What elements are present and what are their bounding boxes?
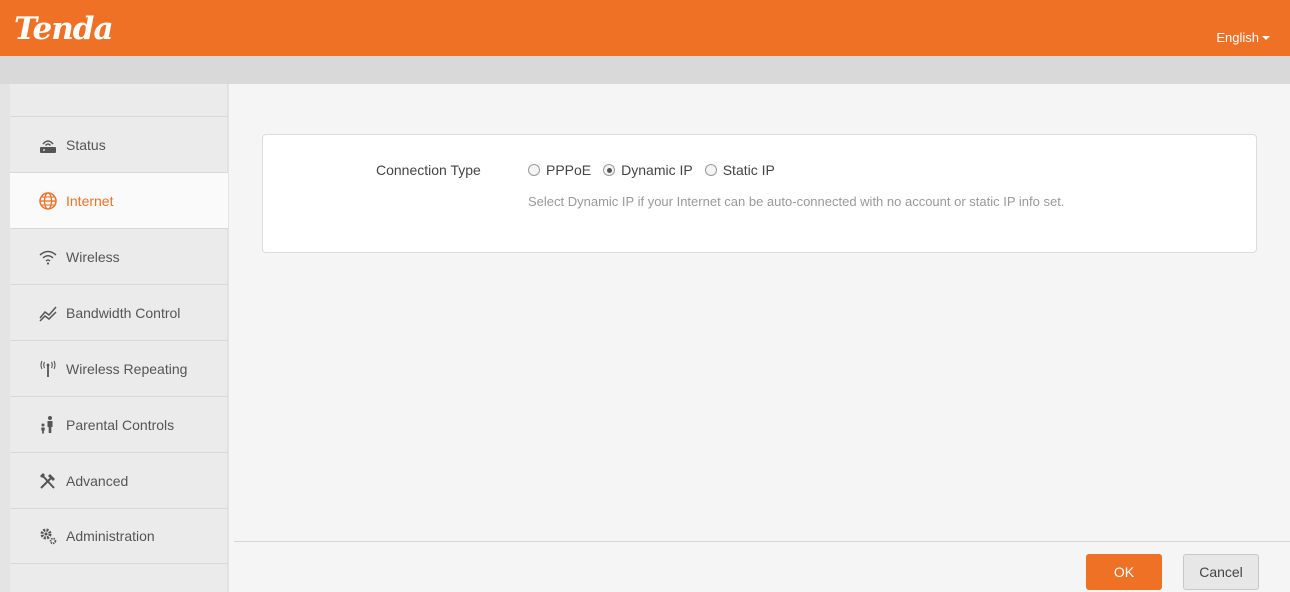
sidebar-item-wireless-repeating[interactable]: Wireless Repeating [10,340,228,396]
radio-button-checked[interactable] [603,164,616,176]
sidebar-item-label: Wireless [66,248,120,265]
connection-type-label: Connection Type [376,162,481,178]
footer-divider [234,541,1290,542]
sidebar-item-wireless[interactable]: Wireless [10,228,228,284]
tools-icon [37,470,59,492]
radio-label: PPPoE [546,162,592,178]
connection-settings-card: Connection Type PPPoE Dynamic IP Static … [262,134,1257,253]
sub-header-bar [0,56,1290,84]
ok-button[interactable]: OK [1086,554,1162,590]
radio-button[interactable] [528,164,540,176]
globe-icon [37,190,59,212]
main-content: Connection Type PPPoE Dynamic IP Static … [229,84,1290,592]
language-selector[interactable]: English [1216,30,1270,45]
bandwidth-icon [37,302,59,324]
sidebar-item-internet[interactable]: Internet [10,172,228,228]
gears-icon [37,525,59,547]
sidebar: Status Internet Wireless Bandwidth Contr… [10,84,228,592]
radio-label: Static IP [722,162,775,178]
radio-static-ip[interactable]: Static IP [704,162,775,178]
router-icon [37,134,59,156]
family-icon [37,414,59,436]
caret-down-icon [1262,36,1270,40]
sidebar-item-advanced[interactable]: Advanced [10,452,228,508]
sidebar-item-label: Bandwidth Control [66,304,181,321]
sidebar-nav: Status Internet Wireless Bandwidth Contr… [10,116,228,564]
radio-label: Dynamic IP [621,162,693,178]
sidebar-item-status[interactable]: Status [10,116,228,172]
sidebar-item-label: Status [66,136,106,153]
sidebar-item-administration[interactable]: Administration [10,508,228,564]
sidebar-item-label: Internet [66,192,114,209]
connection-type-hint: Select Dynamic IP if your Internet can b… [528,194,1065,209]
sidebar-item-label: Administration [66,528,155,544]
cancel-button[interactable]: Cancel [1183,554,1259,590]
connection-type-radio-group: PPPoE Dynamic IP Static IP [528,162,787,178]
sidebar-item-label: Advanced [66,472,129,489]
top-bar: Tenda English [0,0,1290,56]
antenna-icon [37,358,59,380]
sidebar-item-bandwidth-control[interactable]: Bandwidth Control [10,284,228,340]
radio-button[interactable] [704,164,717,176]
language-label: English [1216,30,1259,45]
sidebar-item-label: Parental Controls [66,416,175,433]
radio-pppoe[interactable]: PPPoE [528,162,591,178]
wifi-icon [37,246,59,268]
sidebar-item-label: Wireless Repeating [66,360,188,377]
radio-dynamic-ip[interactable]: Dynamic IP [603,162,693,178]
tenda-logo: Tenda [14,11,114,47]
sidebar-item-parental-controls[interactable]: Parental Controls [10,396,228,452]
